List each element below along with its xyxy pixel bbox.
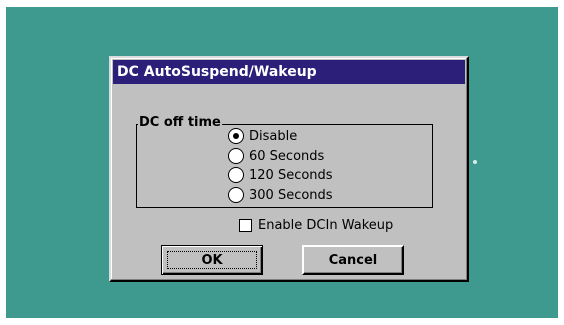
checkbox-icon[interactable] <box>239 218 252 232</box>
radio-button-icon[interactable] <box>228 167 244 183</box>
radio-label: 60 Seconds <box>249 148 325 164</box>
dc-off-time-label: DC off time <box>138 114 222 131</box>
desktop: DC AutoSuspend/Wakeup DC off time Disabl… <box>6 7 558 318</box>
radio-60-seconds[interactable]: 60 Seconds <box>228 146 324 166</box>
radio-disable[interactable]: Disable <box>228 126 297 146</box>
cancel-button[interactable]: Cancel <box>302 245 404 275</box>
radio-120-seconds[interactable]: 120 Seconds <box>228 165 333 185</box>
ok-button[interactable]: OK <box>161 245 263 275</box>
radio-button-icon[interactable] <box>228 128 244 144</box>
radio-button-icon[interactable] <box>228 148 244 164</box>
radio-300-seconds[interactable]: 300 Seconds <box>228 185 333 205</box>
desktop-marker <box>473 160 477 164</box>
radio-label: Disable <box>249 128 298 144</box>
radio-label: 120 Seconds <box>249 167 333 183</box>
dc-autosuspend-dialog: DC AutoSuspend/Wakeup DC off time Disabl… <box>109 56 469 282</box>
enable-dcin-wakeup-checkbox[interactable]: Enable DCIn Wakeup <box>239 216 393 234</box>
checkbox-label: Enable DCIn Wakeup <box>258 217 394 233</box>
radio-button-icon[interactable] <box>228 187 244 203</box>
dialog-title: DC AutoSuspend/Wakeup <box>113 60 465 84</box>
ok-button-label: OK <box>167 251 257 269</box>
radio-label: 300 Seconds <box>249 187 333 203</box>
